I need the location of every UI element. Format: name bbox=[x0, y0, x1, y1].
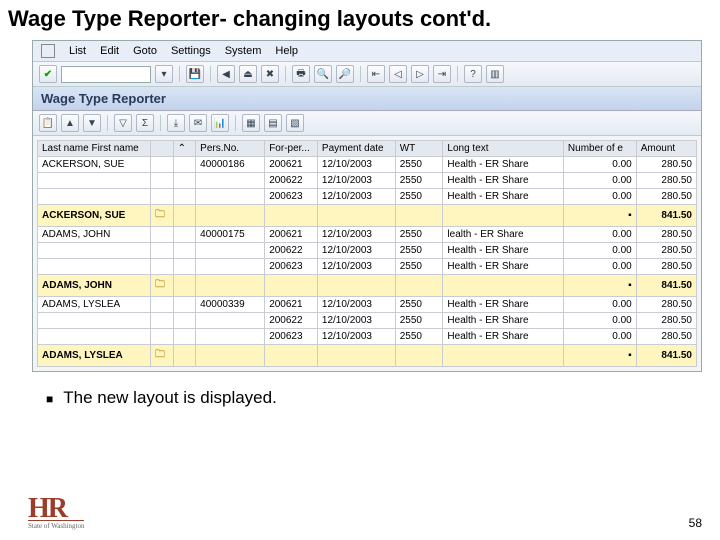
col-persno[interactable]: Pers.No. bbox=[196, 141, 265, 157]
col-expand[interactable]: ⌃ bbox=[173, 141, 196, 157]
prev-page-icon[interactable]: ◁ bbox=[389, 65, 407, 83]
caption-text: The new layout is displayed. bbox=[46, 388, 720, 408]
app-title: Wage Type Reporter bbox=[33, 87, 701, 111]
table-row[interactable]: ADAMS, JOHN4000017520062112/10/20032550l… bbox=[38, 227, 697, 243]
cancel-icon[interactable]: ✖ bbox=[261, 65, 279, 83]
sort-asc-icon[interactable]: ▲ bbox=[61, 114, 79, 132]
table-row[interactable]: ADAMS, LYSLEA4000033920062112/10/2003255… bbox=[38, 297, 697, 313]
col-wt[interactable]: WT bbox=[395, 141, 443, 157]
table-row[interactable]: 20062312/10/20032550Health - ER Share0.0… bbox=[38, 189, 697, 205]
enter-icon[interactable]: ✔ bbox=[39, 65, 57, 83]
find-icon[interactable]: 🔍 bbox=[314, 65, 332, 83]
first-page-icon[interactable]: ⇤ bbox=[367, 65, 385, 83]
save-icon[interactable]: 💾 bbox=[186, 65, 204, 83]
col-longtext[interactable]: Long text bbox=[443, 141, 564, 157]
col-number[interactable]: Number of e bbox=[563, 141, 636, 157]
hr-logo: HR State of Washington bbox=[28, 498, 84, 530]
layout-icon[interactable]: ▥ bbox=[486, 65, 504, 83]
menubar: List Edit Goto Settings System Help bbox=[33, 41, 701, 62]
help-icon[interactable]: ? bbox=[464, 65, 482, 83]
page-number: 58 bbox=[689, 516, 702, 530]
dropdown-icon[interactable]: ▾ bbox=[155, 65, 173, 83]
col-forper[interactable]: For-per... bbox=[265, 141, 318, 157]
sort-desc-icon[interactable]: ▼ bbox=[83, 114, 101, 132]
change-layout-icon[interactable]: ▦ bbox=[242, 114, 260, 132]
exit-icon[interactable]: ⏏ bbox=[239, 65, 257, 83]
find-next-icon[interactable]: 🔎 bbox=[336, 65, 354, 83]
menu-help[interactable]: Help bbox=[275, 45, 298, 57]
standard-toolbar: ✔ ▾ 💾 ◀ ⏏ ✖ 🖶 🔍 🔎 ⇤ ◁ ▷ ⇥ ? ▥ bbox=[33, 62, 701, 87]
slide-footer: HR State of Washington 58 bbox=[28, 498, 702, 530]
last-page-icon[interactable]: ⇥ bbox=[433, 65, 451, 83]
select-layout-icon[interactable]: ▤ bbox=[264, 114, 282, 132]
col-amount[interactable]: Amount bbox=[636, 141, 696, 157]
table-row[interactable]: ACKERSON, SUE🗀▪841.50 bbox=[38, 205, 697, 227]
col-mark[interactable] bbox=[150, 141, 173, 157]
menu-list[interactable]: List bbox=[69, 45, 86, 57]
next-page-icon[interactable]: ▷ bbox=[411, 65, 429, 83]
print-icon[interactable]: 🖶 bbox=[292, 65, 310, 83]
command-field[interactable] bbox=[61, 66, 151, 83]
filter-icon[interactable]: ▽ bbox=[114, 114, 132, 132]
mail-icon[interactable]: ✉ bbox=[189, 114, 207, 132]
table-row[interactable]: 20062312/10/20032550Health - ER Share0.0… bbox=[38, 329, 697, 345]
menu-edit[interactable]: Edit bbox=[100, 45, 119, 57]
table-row[interactable]: ADAMS, LYSLEA🗀▪841.50 bbox=[38, 345, 697, 367]
details-icon[interactable]: 📋 bbox=[39, 114, 57, 132]
table-row[interactable]: 20062212/10/20032550Health - ER Share0.0… bbox=[38, 173, 697, 189]
menu-goto[interactable]: Goto bbox=[133, 45, 157, 57]
table-row[interactable]: ADAMS, JOHN🗀▪841.50 bbox=[38, 275, 697, 297]
menu-settings[interactable]: Settings bbox=[171, 45, 211, 57]
app-toolbar: 📋 ▲ ▼ ▽ Σ ⤓ ✉ 📊 ▦ ▤ ▧ bbox=[33, 111, 701, 136]
table-row[interactable]: ACKERSON, SUE4000018620062112/10/2003255… bbox=[38, 157, 697, 173]
back-icon[interactable]: ◀ bbox=[217, 65, 235, 83]
menu-system[interactable]: System bbox=[225, 45, 262, 57]
table-row[interactable]: 20062212/10/20032550Health - ER Share0.0… bbox=[38, 243, 697, 259]
system-menu-icon[interactable] bbox=[41, 44, 55, 58]
col-paydate[interactable]: Payment date bbox=[317, 141, 395, 157]
sap-window: List Edit Goto Settings System Help ✔ ▾ … bbox=[32, 40, 702, 372]
table-row[interactable]: 20062312/10/20032550Health - ER Share0.0… bbox=[38, 259, 697, 275]
col-name[interactable]: Last name First name bbox=[38, 141, 151, 157]
grid-header-row: Last name First name ⌃ Pers.No. For-per.… bbox=[38, 141, 697, 157]
table-row[interactable]: 20062212/10/20032550Health - ER Share0.0… bbox=[38, 313, 697, 329]
total-icon[interactable]: Σ bbox=[136, 114, 154, 132]
slide-title: Wage Type Reporter- changing layouts con… bbox=[0, 0, 720, 40]
save-layout-icon[interactable]: ▧ bbox=[286, 114, 304, 132]
export-icon[interactable]: ⤓ bbox=[167, 114, 185, 132]
chart-icon[interactable]: 📊 bbox=[211, 114, 229, 132]
alv-grid[interactable]: Last name First name ⌃ Pers.No. For-per.… bbox=[37, 140, 697, 367]
